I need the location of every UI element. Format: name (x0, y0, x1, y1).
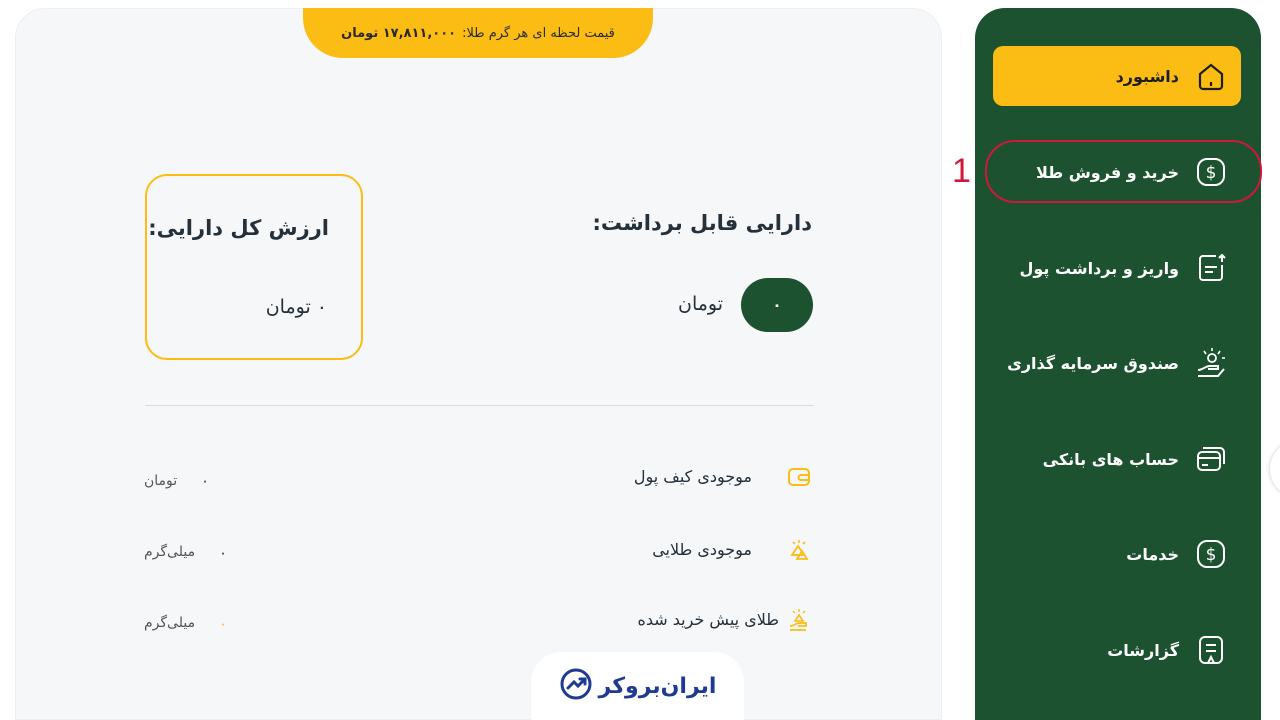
annotation-highlight-ring (985, 140, 1262, 203)
sidebar-item-label: صندوق سرمایه گذاری (1007, 353, 1179, 373)
wallet-icon (786, 464, 812, 490)
app-screen: قیمت لحظه ای هر گرم طلا: ۱۷,۸۱۱,۰۰۰ توما… (0, 0, 1280, 720)
gold-hand-icon (786, 607, 812, 633)
gold-price-banner: قیمت لحظه ای هر گرم طلا: ۱۷,۸۱۱,۰۰۰ توما… (303, 8, 653, 58)
sidebar-item-bank-accounts[interactable]: حساب های بانکی (993, 429, 1241, 489)
wallet-balance-unit: تومان (144, 473, 178, 489)
gold-balance-label: موجودی طلایی (652, 540, 752, 559)
annotation-number: 1 (952, 152, 971, 190)
svg-text:$: $ (1206, 545, 1217, 565)
scroll-handle[interactable] (1270, 440, 1280, 498)
total-assets-card: ارزش کل دارایی: ۰ تومان (145, 174, 363, 360)
sidebar-item-label: گزارشات (1107, 640, 1179, 660)
sidebar-item-deposit-withdraw[interactable]: واریز و برداشت پول (993, 238, 1241, 298)
sidebar-item-label: حساب های بانکی (1042, 449, 1179, 469)
hand-coins-icon (1193, 345, 1229, 381)
wallet-balance-value: ۰ (201, 472, 210, 490)
sidebar-item-reports[interactable]: گزارشات (993, 620, 1241, 680)
total-assets-value: ۰ تومان (265, 296, 327, 318)
sidebar-item-label: واریز و برداشت پول (1019, 258, 1179, 278)
sidebar-nav: داشبورد خرید و فروش طلا $ واریز و برداشت… (975, 8, 1261, 720)
trend-up-icon (559, 667, 593, 705)
gold-bars-icon (786, 537, 812, 563)
divider (145, 405, 814, 406)
withdrawable-amount-pill: ۰ (741, 278, 813, 332)
sidebar-item-dashboard[interactable]: داشبورد (993, 46, 1241, 106)
sidebar-item-services[interactable]: خدمات $ (993, 524, 1241, 584)
withdrawable-assets-title: دارایی قابل برداشت: (592, 211, 813, 235)
wallet-balance-label: موجودی کیف پول (633, 467, 752, 486)
cards-icon (1193, 441, 1229, 477)
home-icon (1193, 58, 1229, 94)
sidebar-item-label: خدمات (1126, 544, 1179, 564)
report-icon (1193, 632, 1229, 668)
receipt-icon (1193, 250, 1229, 286)
brand-logo-text: ایران‌بروکر (598, 673, 717, 699)
total-assets-title: ارزش کل دارایی: (148, 216, 329, 240)
withdrawable-unit: تومان (678, 293, 724, 315)
prepurchased-gold-label: طلای پیش خرید شده (637, 610, 780, 629)
prepurchased-gold-unit: میلی‌گرم (144, 615, 196, 631)
gold-balance-unit: میلی‌گرم (144, 544, 196, 560)
dollar-icon: $ (1193, 536, 1229, 572)
sidebar-item-label: داشبورد (1115, 66, 1179, 86)
sidebar-item-investment-fund[interactable]: صندوق سرمایه گذاری (993, 333, 1241, 393)
brand-logo: ایران‌بروکر (531, 652, 744, 720)
gold-price-value: ۱۷,۸۱۱,۰۰۰ تومان (341, 25, 457, 41)
gold-price-label: قیمت لحظه ای هر گرم طلا: (462, 25, 615, 41)
prepurchased-gold-value: ۰ (219, 615, 228, 633)
gold-balance-value: ۰ (219, 544, 228, 562)
